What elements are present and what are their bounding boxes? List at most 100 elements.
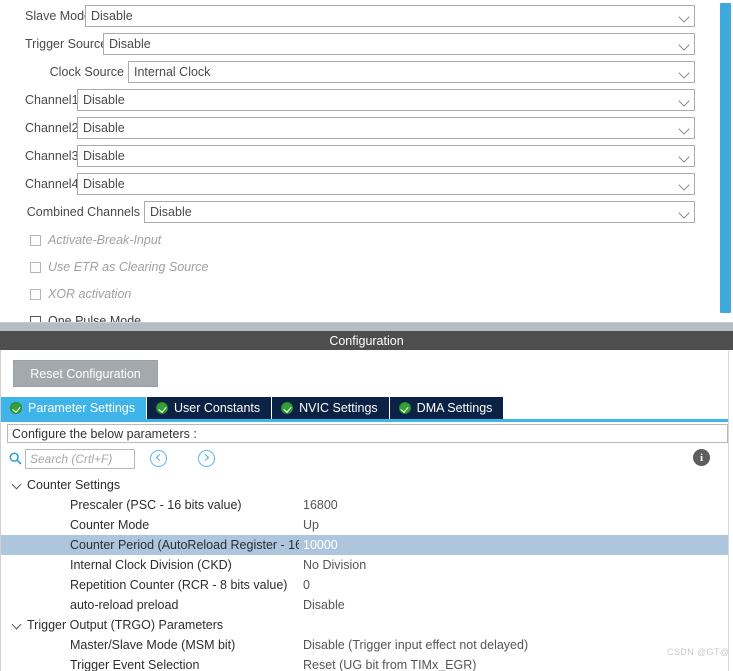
check-circle-icon <box>10 402 22 414</box>
tree-param-row[interactable]: Master/Slave Mode (MSM bit) Disable (Trig… <box>1 635 733 655</box>
checkbox-label: Use ETR as Clearing Source <box>48 260 209 274</box>
check-circle-icon <box>156 402 168 414</box>
tab-user-constants[interactable]: User Constants <box>147 397 273 419</box>
search-previous-button[interactable] <box>150 450 167 467</box>
form-row-trigger-source: Trigger Source Disable <box>0 33 714 55</box>
dropdown-value: Disable <box>109 37 151 51</box>
mode-panel-scrollbar-track[interactable] <box>717 0 733 322</box>
tree-param-value[interactable]: Up <box>299 518 319 532</box>
tabstrip-underline <box>1 419 733 422</box>
info-icon[interactable]: i <box>693 449 710 466</box>
tab-parameter-settings[interactable]: Parameter Settings <box>1 397 147 419</box>
checkbox-icon <box>30 234 41 246</box>
checkbox-row-use-etr-as-clearing-source: Use ETR as Clearing Source <box>30 258 208 276</box>
configure-parameters-text: Configure the below parameters : <box>12 426 197 441</box>
checkbox-label: Activate-Break-Input <box>48 233 162 247</box>
tree-param-label: auto-reload preload <box>70 598 179 612</box>
search-input[interactable]: Search (Crtl+F) <box>25 449 135 469</box>
dropdown-channel3[interactable]: Disable <box>77 145 695 167</box>
chevron-down-icon[interactable] <box>11 475 27 495</box>
form-row-channel1: Channel1 Disable <box>0 89 714 111</box>
dropdown-value: Internal Clock <box>134 65 211 79</box>
tree-group-row[interactable]: Counter Settings <box>1 475 733 495</box>
tree-param-row[interactable]: Internal Clock Division (CKD) No Division <box>1 555 733 575</box>
checkbox-icon <box>30 288 41 300</box>
tree-param-label: Prescaler (PSC - 16 bits value) <box>70 498 242 512</box>
checkbox-icon <box>30 261 41 273</box>
dropdown-channel1[interactable]: Disable <box>77 89 695 111</box>
checkbox-row-xor-activation: XOR activation <box>30 285 131 303</box>
chevron-down-icon[interactable] <box>679 123 690 134</box>
reset-configuration-button[interactable]: Reset Configuration <box>13 360 158 387</box>
tree-param-row[interactable]: Counter Mode Up <box>1 515 733 535</box>
parameter-tree: Counter Settings Prescaler (PSC - 16 bits… <box>1 474 733 671</box>
search-placeholder: Search (Crtl+F) <box>30 452 113 466</box>
form-label: Slave Mode <box>25 9 92 23</box>
chevron-down-icon[interactable] <box>11 615 27 635</box>
panel-splitter[interactable] <box>0 322 733 331</box>
dropdown-channel4[interactable]: Disable <box>77 173 695 195</box>
chevron-down-icon[interactable] <box>679 11 690 22</box>
tree-param-row[interactable]: Trigger Event Selection Reset (UG bit fro… <box>1 655 733 671</box>
chevron-down-icon[interactable] <box>679 207 690 218</box>
form-row-channel2: Channel2 Disable <box>0 117 714 139</box>
form-row-slave-mode: Slave Mode Disable <box>0 5 714 27</box>
chevron-down-icon[interactable] <box>679 151 690 162</box>
form-label: Combined Channels <box>26 205 140 219</box>
tab-label: Parameter Settings <box>28 401 135 415</box>
chevron-right-icon <box>201 454 209 462</box>
dropdown-value: Disable <box>83 121 125 135</box>
chevron-down-icon[interactable] <box>679 67 690 78</box>
tree-param-value[interactable]: 0 <box>299 578 310 592</box>
dropdown-clock-source[interactable]: Internal Clock <box>128 61 695 83</box>
tree-group-row[interactable]: Trigger Output (TRGO) Parameters <box>1 615 733 635</box>
tree-param-value[interactable]: No Division <box>299 558 366 572</box>
configuration-tabstrip: Parameter Settings User Constants NVIC Set… <box>1 394 733 419</box>
checkbox-row-one-pulse-mode[interactable]: One Pulse Mode <box>30 312 141 322</box>
tree-param-value[interactable]: 10000 <box>299 538 338 552</box>
chevron-down-icon[interactable] <box>679 39 690 50</box>
configure-parameters-banner: Configure the below parameters : <box>7 424 728 443</box>
form-row-channel4: Channel4 Disable <box>0 173 714 195</box>
tab-dma-settings[interactable]: DMA Settings <box>389 397 505 419</box>
tree-param-value[interactable]: Reset (UG bit from TIMx_EGR) <box>299 658 476 671</box>
watermark: CSDN @GT@ <box>667 647 730 657</box>
tree-param-value[interactable]: 16800 <box>299 498 338 512</box>
tree-param-row[interactable]: auto-reload preload Disable <box>1 595 733 615</box>
form-label: Channel1 <box>25 93 79 107</box>
form-label: Channel2 <box>25 121 79 135</box>
config-panel-right-edge <box>728 350 733 671</box>
tree-param-value[interactable]: Disable (Trigger input effect not delaye… <box>299 638 528 652</box>
search-next-button[interactable] <box>198 450 215 467</box>
tree-param-row[interactable]: Prescaler (PSC - 16 bits value) 16800 <box>1 495 733 515</box>
configuration-header-title: Configuration <box>329 333 404 348</box>
tree-param-label: Trigger Event Selection <box>70 658 200 671</box>
mode-panel-scrollbar-thumb[interactable] <box>720 3 731 313</box>
form-row-clock-source: Clock Source Internal Clock <box>0 61 714 83</box>
search-icon <box>9 452 22 465</box>
dropdown-value: Disable <box>91 9 133 23</box>
form-label: Channel4 <box>25 177 79 191</box>
tab-label: DMA Settings <box>416 401 493 415</box>
dropdown-value: Disable <box>83 149 125 163</box>
dropdown-channel2[interactable]: Disable <box>77 117 695 139</box>
tree-param-row[interactable]: Repetition Counter (RCR - 8 bits value) 0 <box>1 575 733 595</box>
form-row-channel3: Channel3 Disable <box>0 145 714 167</box>
dropdown-trigger-source[interactable]: Disable <box>103 33 695 55</box>
chevron-down-icon[interactable] <box>679 95 690 106</box>
form-label: Clock Source <box>49 65 124 79</box>
tree-param-label: Counter Period (AutoReload Register - 16… <box>70 538 299 552</box>
tree-param-row[interactable]: Counter Period (AutoReload Register - 16… <box>1 535 733 555</box>
form-label: Channel3 <box>25 149 79 163</box>
checkbox-label: One Pulse Mode <box>48 314 142 322</box>
tree-param-value[interactable]: Disable <box>299 598 345 612</box>
stm32cubemx-timer-config-window: Slave Mode Disable Trigger Source Disable Cl… <box>0 0 733 671</box>
tab-label: User Constants <box>174 401 261 415</box>
form-label: Trigger Source <box>25 37 108 51</box>
configuration-header: Configuration <box>0 331 733 350</box>
checkbox-row-activate-break-input: Activate-Break-Input <box>30 231 161 249</box>
chevron-down-icon[interactable] <box>679 179 690 190</box>
dropdown-slave-mode[interactable]: Disable <box>85 5 695 27</box>
dropdown-combined-channels[interactable]: Disable <box>144 201 695 223</box>
tab-nvic-settings[interactable]: NVIC Settings <box>272 397 390 419</box>
